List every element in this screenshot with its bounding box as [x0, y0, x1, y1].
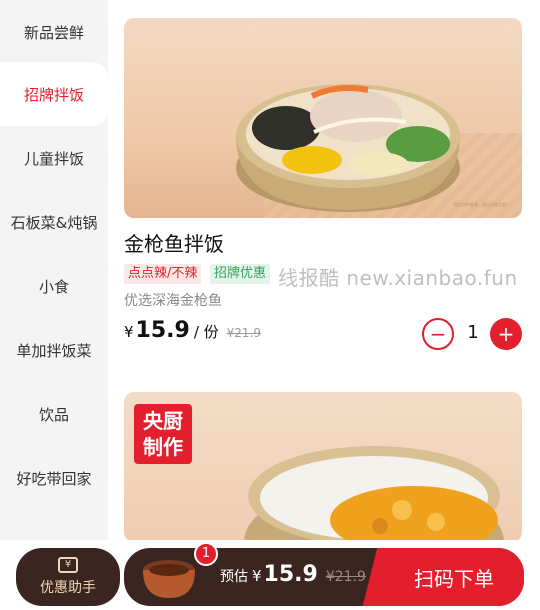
product-list: *图片仅供参考，请以实物为准* 金枪鱼拌饭 点点辣/不辣 招牌优惠 线报酷 ne… — [108, 0, 540, 540]
checkout-label: 扫码下单 — [414, 566, 494, 591]
sidebar-item-label: 招牌拌饭 — [23, 85, 84, 104]
estimated-total: 预估 ¥ 15.9 ¥21.9 — [220, 562, 366, 587]
product-price: ¥ 15.9 / 份 ¥21.9 — [124, 318, 261, 348]
app-root: 新品尝鲜 招牌拌饭 儿童拌饭 石板菜&炖锅 小食 单加拌饭菜 饮品 好吃带回家 — [0, 0, 540, 610]
estimate-value: 15.9 — [263, 562, 318, 587]
curry-bowl-illustration — [244, 446, 504, 540]
currency-symbol: ¥ — [124, 323, 134, 341]
sidebar-item-label: 饮品 — [38, 405, 69, 424]
estimate-label: 预估 — [220, 569, 248, 585]
image-disclaimer: *图片仅供参考，请以实物为准* — [452, 202, 508, 207]
sidebar-item-take-home[interactable]: 好吃带回家 — [0, 446, 108, 510]
estimate-original-price: ¥21.9 — [325, 569, 366, 585]
promo-tag: 招牌优惠 — [210, 264, 271, 284]
watermark: 线报酷 new.xianbao.fun — [278, 266, 518, 290]
price-value: 15.9 — [135, 318, 190, 343]
cart-count-badge: 1 — [194, 542, 218, 566]
original-price: ¥21.9 — [226, 326, 262, 340]
quantity-stepper: − 1 + — [422, 318, 522, 350]
helper-label: 优惠助手 — [40, 580, 96, 596]
discount-helper-button[interactable]: ¥ 优惠助手 — [16, 548, 120, 606]
product-title[interactable]: 金枪鱼拌饭 — [124, 228, 224, 257]
category-sidebar: 新品尝鲜 招牌拌饭 儿童拌饭 石板菜&炖锅 小食 单加拌饭菜 饮品 好吃带回家 — [0, 0, 108, 540]
increase-button[interactable]: + — [490, 318, 522, 350]
sidebar-item-add-ons[interactable]: 单加拌饭菜 — [0, 318, 108, 382]
bottom-cart-bar: ¥ 优惠助手 1 预估 ¥ 15.9 ¥21.9 扫码下单 — [0, 540, 540, 610]
sidebar-item-label: 石板菜&炖锅 — [10, 213, 98, 232]
product-description: 优选深海金枪鱼 — [124, 293, 222, 309]
sidebar-item-label: 好吃带回家 — [16, 469, 92, 488]
quantity-value: 1 — [467, 322, 479, 343]
currency-symbol: ¥ — [252, 567, 262, 585]
spice-tag: 点点辣/不辣 — [124, 264, 202, 284]
plus-icon: + — [497, 322, 515, 346]
sidebar-item-new[interactable]: 新品尝鲜 — [0, 0, 108, 64]
cart-summary[interactable]: 1 预估 ¥ 15.9 ¥21.9 扫码下单 — [124, 542, 524, 606]
sidebar-item-drinks[interactable]: 饮品 — [0, 382, 108, 446]
product-image-tuna-bibimbap[interactable]: *图片仅供参考，请以实物为准* — [124, 18, 522, 218]
bowl-cart-icon — [143, 560, 195, 598]
sidebar-item-signature-bibimbap[interactable]: 招牌拌饭 — [0, 62, 108, 126]
decrease-button[interactable]: − — [422, 318, 454, 350]
sidebar-item-snacks[interactable]: 小食 — [0, 254, 108, 318]
sidebar-item-label: 儿童拌饭 — [23, 149, 84, 168]
price-unit: / 份 — [193, 323, 219, 341]
minus-icon: − — [429, 322, 447, 346]
sidebar-item-label: 小食 — [38, 277, 69, 296]
sidebar-item-label: 单加拌饭菜 — [16, 341, 92, 360]
checkout-button[interactable]: 扫码下单 — [384, 548, 524, 606]
sidebar-item-kids-bibimbap[interactable]: 儿童拌饭 — [0, 126, 108, 190]
sidebar-item-label: 新品尝鲜 — [23, 23, 84, 42]
sidebar-item-stone-pot[interactable]: 石板菜&炖锅 — [0, 190, 108, 254]
coupon-icon: ¥ — [58, 557, 78, 573]
bibimbap-bowl-illustration — [236, 84, 460, 212]
product-image-curry-bibimbap[interactable]: 央厨 制作 — [124, 392, 522, 540]
